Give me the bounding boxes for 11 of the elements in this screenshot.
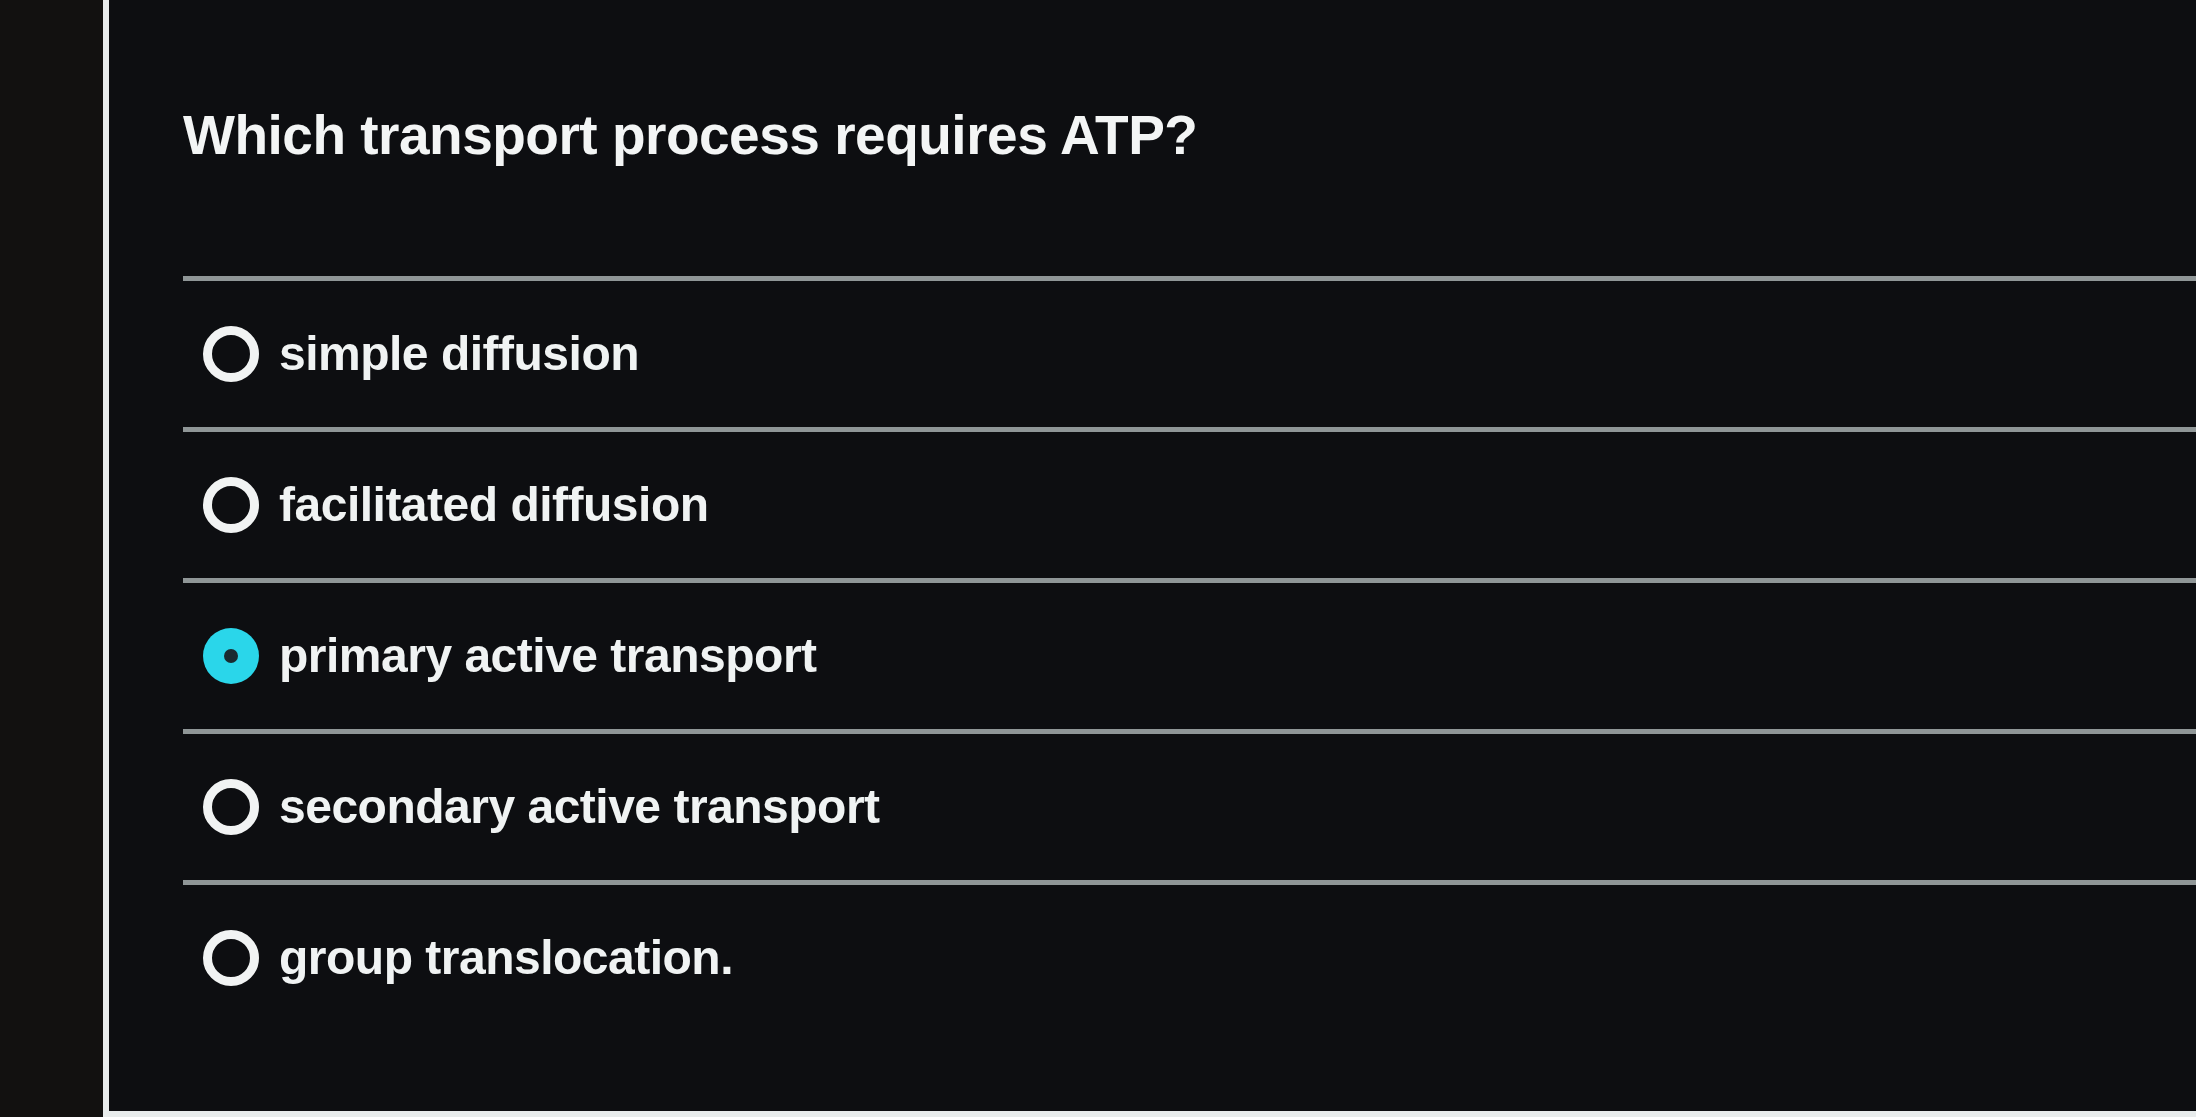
answer-text: group translocation. [279,930,733,986]
answer-text: facilitated diffusion [279,477,709,533]
radio-button[interactable] [203,930,259,986]
question-text: Which transport process requires ATP? [183,103,1198,168]
radio-button[interactable] [203,779,259,835]
answer-text: secondary active transport [279,779,880,835]
radio-button[interactable] [203,326,259,382]
radio-button[interactable] [203,477,259,533]
radio-button[interactable] [203,628,259,684]
answer-text: primary active transport [279,628,817,684]
answer-text: simple diffusion [279,326,639,382]
